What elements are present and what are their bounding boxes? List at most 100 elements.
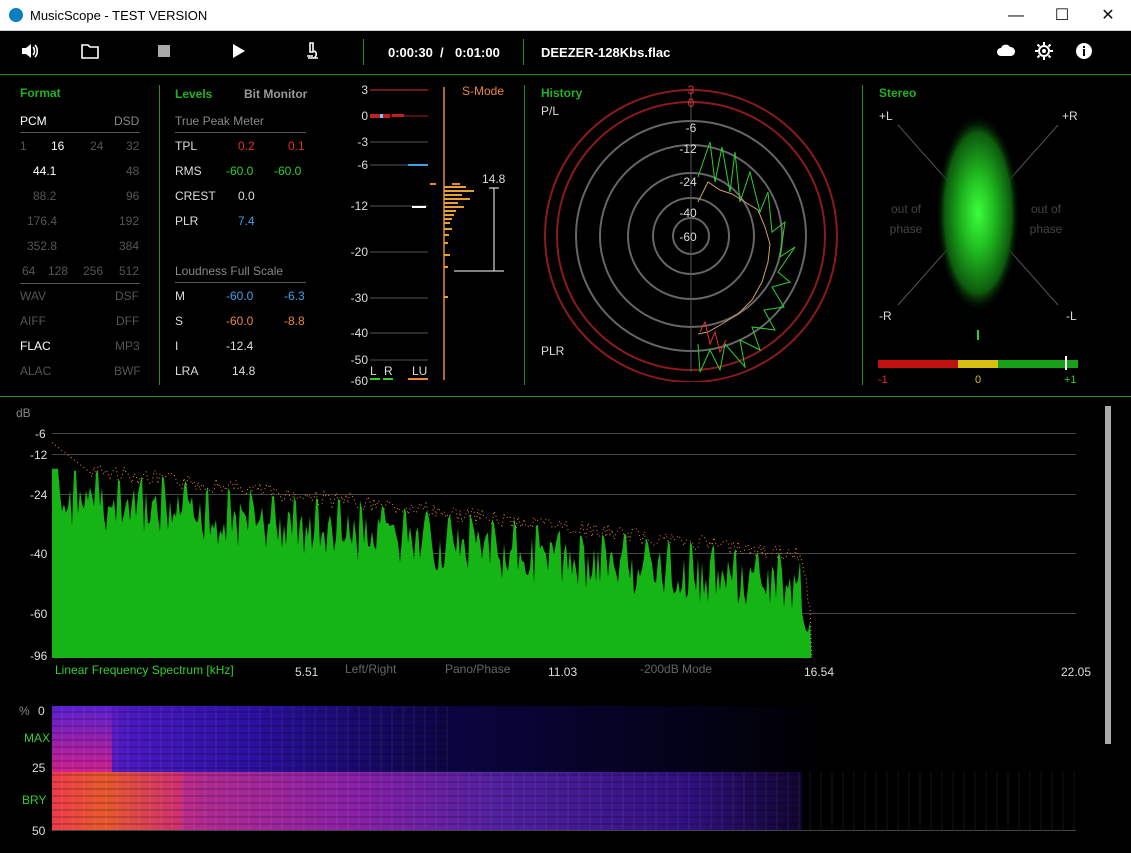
spectrogram (52, 706, 1076, 830)
lra-label: LRA (175, 364, 199, 378)
spectrogram-tick: 25 (32, 761, 46, 775)
cloud-icon[interactable] (994, 41, 1018, 65)
filename-label: DEEZER-128Kbs.flac (541, 45, 671, 60)
time-separator: / (440, 45, 444, 60)
stereo-plus-l: +L (879, 109, 893, 123)
levels-divider (175, 132, 306, 133)
levels-tab[interactable]: Levels (175, 87, 212, 101)
spectrogram-tick: 50 (32, 824, 46, 838)
crest-value: 0.0 (238, 189, 255, 203)
y-tick: -24 (30, 488, 48, 502)
format-divider (20, 132, 140, 133)
x-tick: 11.03 (548, 665, 578, 679)
scale-zero: 0 (975, 374, 982, 386)
crest-label: CREST (175, 189, 216, 203)
plr-label: PLR (175, 214, 199, 228)
lra-marker-value: 14.8 (482, 172, 506, 186)
s-right-value: -8.8 (284, 314, 305, 328)
type-alac: ALAC (20, 364, 52, 378)
toolbar: 0:00:30 / 0:01:00 DEEZER-128Kbs.flac (0, 31, 1131, 75)
maximize-button[interactable]: ☐ (1039, 0, 1085, 31)
y-tick: -60 (30, 607, 48, 621)
rate-352.8: 352.8 (27, 239, 58, 253)
vertical-scrollbar[interactable] (1105, 406, 1111, 744)
y-tick: -40 (30, 547, 48, 561)
scale-plus-one: +1 (1064, 374, 1077, 386)
type-dsf: DSF (115, 289, 139, 303)
tpl-right-value: 0.1 (288, 139, 305, 153)
i-value: -12.4 (226, 339, 254, 353)
rate-384: 384 (119, 239, 140, 253)
time-current: 0:00:30 (388, 45, 433, 60)
out-of-phase-right: out of phase (1029, 202, 1063, 236)
rate-44.1: 44.1 (33, 164, 57, 178)
panel-separator (0, 396, 1131, 397)
meter-tick: -6 (357, 158, 368, 172)
m-left-value: -60.0 (226, 289, 254, 303)
db-label: dB (16, 406, 31, 420)
max-label: MAX (24, 731, 51, 745)
ring-label: -6 (686, 121, 697, 135)
meter-l-label: L (370, 364, 377, 378)
gear-icon[interactable] (1032, 41, 1056, 65)
meter-lu-label: LU (412, 364, 428, 378)
bry-label: BRY (22, 793, 47, 807)
speaker-icon[interactable] (18, 41, 42, 65)
meter-r-label: R (384, 364, 393, 378)
bit-24: 24 (90, 139, 104, 153)
app-logo-icon (9, 8, 23, 22)
left-right-mode-button[interactable]: Left/Right (345, 662, 396, 676)
meter-tick: -40 (350, 326, 368, 340)
tpl-left-value: 0.2 (238, 139, 255, 153)
ring-label: 3 (688, 83, 695, 97)
tpl-label: TPL (175, 139, 198, 153)
type-mp3: MP3 (115, 339, 140, 353)
loudness-title: Loudness Full Scale (175, 264, 284, 278)
play-icon[interactable] (226, 41, 250, 65)
y-tick: -12 (30, 448, 48, 462)
dsd-128: 128 (48, 264, 69, 278)
format-divider (20, 283, 140, 284)
format-title: Format (20, 86, 61, 100)
meter-tick: -3 (357, 135, 368, 149)
s-mode-toggle[interactable]: S-Mode (462, 84, 504, 98)
spectrogram-tick: 0 (38, 704, 45, 718)
level-meter: 3 0 -3 -6 -12 -20 -30 -40 -50 -60 S-Mode… (340, 82, 520, 388)
dsd-256: 256 (83, 264, 104, 278)
microscope-icon[interactable] (300, 41, 324, 65)
pano-phase-mode-button[interactable]: Pano/Phase (445, 662, 510, 676)
type-dff: DFF (116, 314, 140, 328)
levels-divider (175, 282, 306, 283)
lra-value: 14.8 (232, 364, 256, 378)
meter-tick: -30 (350, 291, 368, 305)
meter-tick: -20 (350, 245, 368, 259)
bit-monitor-tab[interactable]: Bit Monitor (244, 87, 307, 101)
out-of-phase-left: out of phase (889, 202, 923, 236)
meter-tick: -50 (350, 353, 368, 367)
minimize-button[interactable]: — (993, 0, 1039, 31)
stop-icon[interactable] (152, 41, 176, 65)
panel-separator (524, 85, 525, 385)
info-icon[interactable] (1072, 41, 1096, 65)
rate-96: 96 (126, 189, 140, 203)
percent-label: % (19, 704, 30, 718)
ring-label: 0 (688, 96, 695, 110)
toolbar-separator (363, 39, 364, 65)
y-tick: -96 (30, 649, 48, 663)
correlation-indicator (1065, 356, 1067, 370)
meter-tick: 3 (361, 83, 368, 97)
rate-88.2: 88.2 (33, 189, 57, 203)
toolbar-separator (523, 39, 524, 65)
folder-icon[interactable] (78, 41, 102, 65)
panel-separator (862, 85, 863, 385)
minus-200db-mode-button[interactable]: -200dB Mode (640, 662, 712, 676)
type-flac: FLAC (20, 339, 51, 353)
stereo-minus-r: -R (879, 309, 892, 323)
ring-label: -24 (679, 175, 697, 189)
s-left-value: -60.0 (226, 314, 254, 328)
ring-label: -60 (679, 230, 697, 244)
window-title: MusicScope - TEST VERSION (30, 8, 208, 23)
close-button[interactable]: ✕ (1085, 0, 1131, 31)
dsd-label: DSD (114, 114, 140, 128)
m-right-value: -6.3 (284, 289, 305, 303)
